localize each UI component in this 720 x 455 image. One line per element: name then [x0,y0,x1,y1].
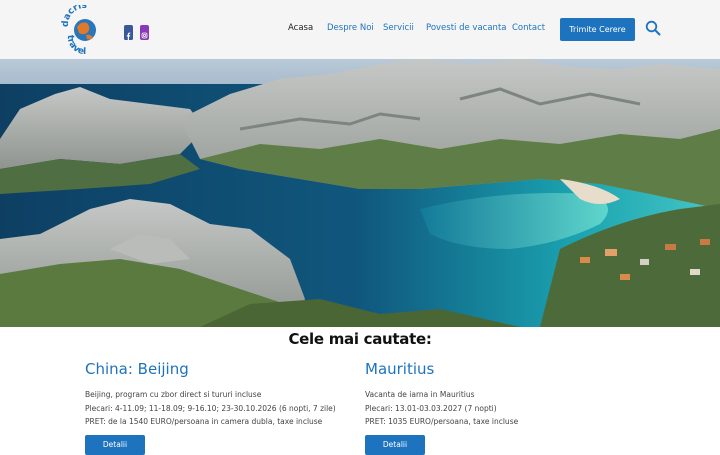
site-header: dacris travel Acasa Despre Noi Servicii … [0,0,720,59]
offer-price: PRET: de la 1540 EURO/persoana in camera… [85,417,323,426]
send-request-button[interactable]: Trimite Cerere [560,18,635,41]
offer-departures: Plecari: 13.01-03.03.2027 (7 nopti) [365,403,497,413]
offer-description: Beijing, program cu zbor direct si turur… [85,390,262,399]
offer-title[interactable]: China: Beijing [85,358,355,380]
offer-title[interactable]: Mauritius [365,358,635,380]
nav-item-acasa[interactable]: Acasa [288,23,313,33]
offer-price: PRET: 1035 EURO/persoana, taxe incluse [365,417,519,426]
hero-image [0,59,720,327]
nav-item-contact[interactable]: Contact [512,23,545,33]
offer-description: Vacanta de iarna in Mauritius [365,390,475,399]
section-title: Cele mai cautate: [288,330,432,348]
nav-item-servicii[interactable]: Servicii [383,23,414,33]
offer-card-beijing: China: Beijing Beijing, program cu zbor … [85,358,355,455]
search-icon[interactable] [645,20,661,36]
nav-item-despre-noi[interactable]: Despre Noi [327,23,374,33]
nav-item-povesti[interactable]: Povesti de vacanta [426,23,506,33]
details-button[interactable]: Detalii [365,434,425,455]
facebook-icon[interactable] [124,25,133,40]
details-button[interactable]: Detalii [85,434,145,455]
globe-logo[interactable]: dacris travel [60,5,110,55]
offer-departures: Plecari: 4-11.09; 11-18.09; 9-16.10; 23-… [85,403,336,413]
offer-card-mauritius: Mauritius Vacanta de iarna in Mauritius … [365,358,635,455]
instagram-icon[interactable] [140,25,149,40]
